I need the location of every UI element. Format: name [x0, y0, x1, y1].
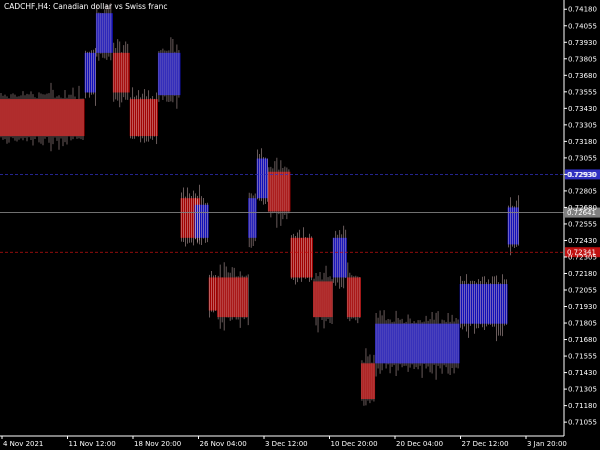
renko-box-9	[217, 277, 249, 318]
price-tick-label: 0.73055	[568, 154, 597, 162]
price-tick-label: 0.72430	[568, 237, 597, 245]
price-tick-label: 0.72305	[568, 253, 597, 261]
renko-box-4	[129, 99, 158, 137]
price-tick-label: 0.71305	[568, 386, 597, 394]
price-tick-label: 0.71055	[568, 419, 597, 427]
price-tick-label: 0.72180	[568, 270, 597, 278]
time-tick-label: 10 Dec 20:00	[331, 440, 378, 448]
time-tick-label: 20 Dec 04:00	[396, 440, 443, 448]
price-tick-label: 0.73805	[568, 55, 597, 63]
price-tick-label: 0.73430	[568, 105, 597, 113]
price-tick-label: 0.72805	[568, 187, 597, 195]
renko-box-3	[112, 52, 130, 93]
price-tick-label: 0.72930	[568, 171, 597, 179]
price-tick-label: 0.72555	[568, 220, 597, 228]
price-tick-label: 0.73680	[568, 72, 597, 80]
chart-title: CADCHF,H4: Canadian dollar vs Swiss fran…	[4, 2, 167, 11]
renko-box-2	[95, 13, 113, 53]
price-tick-label: 0.73930	[568, 39, 597, 47]
price-tick-label: 0.71555	[568, 353, 597, 361]
price-tick-label: 0.72055	[568, 287, 597, 295]
price-tick-label: 0.73555	[568, 88, 597, 96]
renko-box-11	[256, 158, 268, 199]
price-tick-label: 0.71430	[568, 369, 597, 377]
price-tick-label: 0.71805	[568, 320, 597, 328]
price-tick-label: 0.74180	[568, 6, 597, 14]
chart-canvas[interactable]: 0.729300.726410.72341 0.741800.740550.73…	[0, 0, 600, 450]
renko-box-0	[0, 99, 85, 137]
price-tick-label: 0.72680	[568, 204, 597, 212]
price-tick-label: 0.73305	[568, 121, 597, 129]
time-tick-label: 3 Dec 12:00	[265, 440, 308, 448]
time-tick-label: 11 Nov 12:00	[69, 440, 116, 448]
time-tick-label: 3 Jan 20:00	[527, 440, 567, 448]
price-tick-label: 0.71680	[568, 336, 597, 344]
time-tick-label: 26 Nov 04:00	[200, 440, 247, 448]
price-tick-label: 0.71180	[568, 402, 597, 410]
time-tick-label: 18 Nov 20:00	[134, 440, 181, 448]
time-tick-label: 27 Dec 12:00	[462, 440, 509, 448]
renko-box-18	[375, 323, 460, 364]
price-tick-label: 0.74055	[568, 22, 597, 30]
time-tick-label: 4 Nov 2021	[3, 440, 43, 448]
renko-box-1	[84, 52, 96, 93]
price-tick-label: 0.71930	[568, 303, 597, 311]
price-tick-label: 0.73180	[568, 138, 597, 146]
